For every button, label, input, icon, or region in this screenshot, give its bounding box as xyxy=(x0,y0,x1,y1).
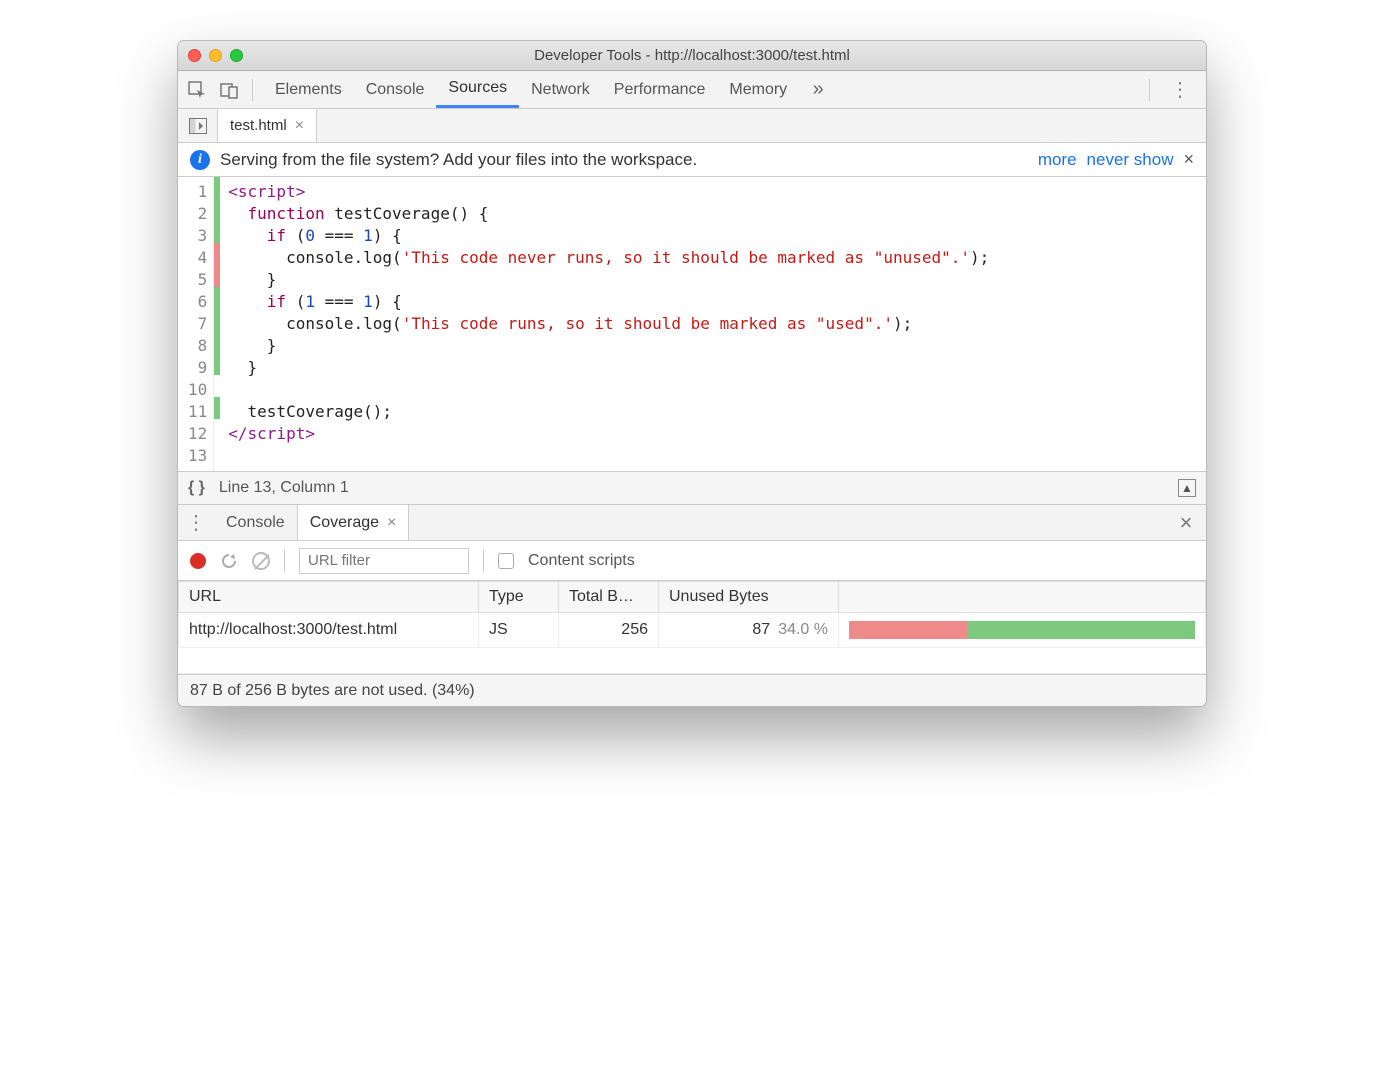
device-toolbar-icon[interactable] xyxy=(216,77,242,103)
content-scripts-checkbox[interactable] xyxy=(498,553,514,569)
inspect-element-icon[interactable] xyxy=(184,77,210,103)
workspace-info-bar: i Serving from the file system? Add your… xyxy=(178,143,1206,177)
close-window-button[interactable] xyxy=(188,49,201,62)
cell-total: 256 xyxy=(559,613,659,648)
code-content[interactable]: <script> function testCoverage() { if (0… xyxy=(220,177,1206,471)
separator xyxy=(1149,79,1150,101)
info-close-icon[interactable]: × xyxy=(1183,149,1194,170)
col-url[interactable]: URL xyxy=(179,582,479,613)
cell-url: http://localhost:3000/test.html xyxy=(179,613,479,648)
info-more-link[interactable]: more xyxy=(1038,150,1077,170)
info-icon: i xyxy=(190,150,210,170)
reload-icon[interactable] xyxy=(220,552,238,570)
main-tab-network[interactable]: Network xyxy=(519,71,602,108)
file-tab-bar: test.html × xyxy=(178,109,1206,143)
window-title: Developer Tools - http://localhost:3000/… xyxy=(178,47,1206,64)
editor-status-bar: { } Line 13, Column 1 ▲ xyxy=(178,471,1206,505)
col-total[interactable]: Total B… xyxy=(559,582,659,613)
separator xyxy=(483,550,484,572)
drawer-tab-bar: ⋮ Console Coverage × × xyxy=(178,505,1206,541)
tabs-overflow-button[interactable]: » xyxy=(805,77,831,103)
close-drawer-tab-icon[interactable]: × xyxy=(387,514,396,532)
cell-unused: 8734.0 % xyxy=(659,613,839,648)
url-filter-input[interactable] xyxy=(299,548,469,574)
separator xyxy=(284,550,285,572)
record-button[interactable] xyxy=(190,553,206,569)
cursor-position: Line 13, Column 1 xyxy=(219,479,349,497)
table-header-row: URL Type Total B… Unused Bytes xyxy=(179,582,1206,613)
col-visual[interactable] xyxy=(839,582,1206,613)
minimize-window-button[interactable] xyxy=(209,49,222,62)
file-tab-test-html[interactable]: test.html × xyxy=(218,109,317,142)
main-tab-sources[interactable]: Sources xyxy=(436,71,519,108)
cell-bar xyxy=(839,613,1206,648)
coverage-row[interactable]: http://localhost:3000/test.htmlJS2568734… xyxy=(179,613,1206,648)
info-never-show-link[interactable]: never show xyxy=(1087,150,1174,170)
close-drawer-icon[interactable]: × xyxy=(1166,505,1206,540)
drawer-menu-icon[interactable]: ⋮ xyxy=(178,505,214,540)
info-text: Serving from the file system? Add your f… xyxy=(220,150,697,170)
col-type[interactable]: Type xyxy=(479,582,559,613)
main-tab-memory[interactable]: Memory xyxy=(717,71,799,108)
show-coverage-icon[interactable]: ▲ xyxy=(1178,479,1196,497)
cell-type: JS xyxy=(479,613,559,648)
drawer-tab-coverage[interactable]: Coverage × xyxy=(297,505,410,540)
pretty-print-icon[interactable]: { } xyxy=(188,479,205,497)
separator xyxy=(252,79,253,101)
main-tab-strip: ElementsConsoleSourcesNetworkPerformance… xyxy=(178,71,1206,109)
settings-menu-icon[interactable]: ⋮ xyxy=(1160,77,1200,102)
coverage-summary: 87 B of 256 B bytes are not used. (34%) xyxy=(190,682,475,700)
window-controls xyxy=(188,49,243,62)
line-number-gutter: 12345678910111213 xyxy=(178,177,214,471)
main-tab-elements[interactable]: Elements xyxy=(263,71,354,108)
file-tab-label: test.html xyxy=(230,117,287,134)
coverage-table: URL Type Total B… Unused Bytes http://lo… xyxy=(178,581,1206,648)
devtools-window: Developer Tools - http://localhost:3000/… xyxy=(177,40,1207,707)
main-tab-console[interactable]: Console xyxy=(354,71,437,108)
content-scripts-label: Content scripts xyxy=(528,552,635,570)
coverage-status-bar: 87 B of 256 B bytes are not used. (34%) xyxy=(178,674,1206,706)
drawer-tab-label: Coverage xyxy=(310,514,379,532)
main-tab-performance[interactable]: Performance xyxy=(602,71,718,108)
code-editor[interactable]: 12345678910111213 <script> function test… xyxy=(178,177,1206,471)
clear-icon[interactable] xyxy=(252,552,270,570)
drawer-tab-label: Console xyxy=(226,514,285,532)
coverage-toolbar: Content scripts xyxy=(178,541,1206,581)
title-bar: Developer Tools - http://localhost:3000/… xyxy=(178,41,1206,71)
col-unused[interactable]: Unused Bytes xyxy=(659,582,839,613)
navigator-toggle-icon[interactable] xyxy=(178,109,218,142)
drawer-tab-console[interactable]: Console xyxy=(214,505,297,540)
close-file-tab-icon[interactable]: × xyxy=(295,117,304,135)
zoom-window-button[interactable] xyxy=(230,49,243,62)
